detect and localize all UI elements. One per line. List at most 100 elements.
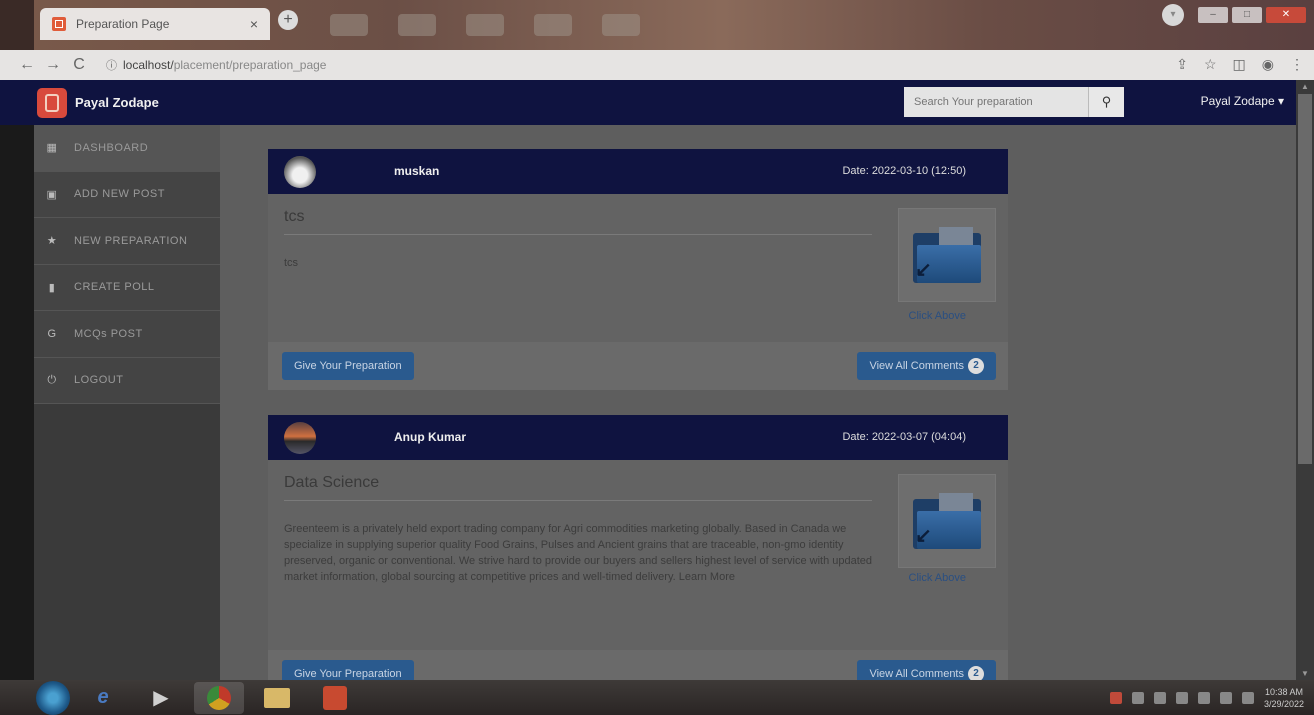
give-preparation-button[interactable]: Give Your Preparation bbox=[282, 660, 414, 680]
attachment-folder[interactable]: ↙ bbox=[898, 474, 996, 568]
sidebar-item-mcqs-post[interactable]: G MCQs POST bbox=[34, 311, 220, 358]
post-card: muskan Date: 2022-03-10 (12:50) tcs tcs … bbox=[268, 149, 1008, 390]
profile-chevron-icon[interactable]: ▾ bbox=[1162, 4, 1184, 26]
sidebar-item-label: CREATE POLL bbox=[74, 281, 155, 294]
more-menu-icon[interactable]: ⋮ bbox=[1290, 56, 1304, 73]
url-host: localhost/ bbox=[123, 58, 174, 72]
scroll-thumb[interactable] bbox=[1298, 94, 1312, 464]
search-button[interactable]: ⚲ bbox=[1088, 87, 1124, 117]
folder-icon: ↙ bbox=[913, 493, 981, 549]
reload-icon[interactable]: C bbox=[66, 56, 92, 74]
dashboard-icon: ▦ bbox=[46, 142, 58, 155]
scroll-up-icon[interactable]: ▲ bbox=[1296, 82, 1314, 91]
post-author: Anup Kumar bbox=[394, 430, 466, 444]
new-tab-button[interactable]: + bbox=[278, 10, 298, 30]
post-header: Anup Kumar Date: 2022-03-07 (04:04) bbox=[268, 415, 1008, 460]
post-text: Greenteem is a privately held export tra… bbox=[284, 523, 873, 583]
profile-avatar-icon[interactable]: ◉ bbox=[1262, 56, 1274, 73]
start-button[interactable] bbox=[36, 680, 70, 715]
sidebar-item-label: NEW PREPARATION bbox=[74, 234, 188, 247]
sidebar-item-label: MCQs POST bbox=[74, 327, 143, 340]
sidebar-item-dashboard[interactable]: ▦ DASHBOARD bbox=[34, 125, 220, 172]
chrome-icon[interactable] bbox=[194, 681, 244, 714]
image-icon: ▣ bbox=[46, 188, 58, 201]
user-menu-dropdown[interactable]: Payal Zodape ▾ bbox=[1201, 94, 1284, 108]
back-arrow-icon[interactable]: ← bbox=[14, 56, 40, 74]
post-body: Data Science Greenteem is a privately he… bbox=[268, 460, 1008, 650]
post-header: muskan Date: 2022-03-10 (12:50) bbox=[268, 149, 1008, 194]
bar-chart-icon: ▮ bbox=[48, 281, 56, 294]
sidebar-item-label: LOGOUT bbox=[74, 374, 124, 387]
tab-title: Preparation Page bbox=[76, 17, 170, 31]
view-comments-label: View All Comments bbox=[869, 668, 964, 680]
url-path: placement/preparation_page bbox=[173, 58, 327, 72]
sidebar-item-new-preparation[interactable]: ★ NEW PREPARATION bbox=[34, 218, 220, 265]
system-clock[interactable]: 10:38 AM 3/29/2022 bbox=[1264, 686, 1304, 710]
sidebar-item-create-poll[interactable]: ▮ CREATE POLL bbox=[34, 265, 220, 311]
minimize-button[interactable]: – bbox=[1198, 7, 1228, 23]
attachment-folder[interactable]: ↙ bbox=[898, 208, 996, 302]
window-controls: ▾ – □ ✕ bbox=[1162, 4, 1306, 26]
sidebar-item-label: ADD NEW POST bbox=[74, 188, 165, 201]
signal-icon[interactable] bbox=[1219, 692, 1232, 704]
favicon-icon bbox=[52, 17, 66, 31]
search-input[interactable] bbox=[904, 87, 1088, 117]
flag-icon[interactable] bbox=[1241, 692, 1254, 704]
tray-arrow-icon[interactable] bbox=[1153, 692, 1166, 704]
comments-count-badge: 2 bbox=[968, 666, 984, 680]
browser-tab[interactable]: Preparation Page × bbox=[40, 8, 270, 40]
star-icon: ★ bbox=[46, 235, 58, 248]
click-above-link[interactable]: Click Above bbox=[909, 310, 966, 322]
search-form: ⚲ bbox=[904, 87, 1124, 117]
post-date: Date: 2022-03-10 (12:50) bbox=[842, 165, 966, 177]
maximize-button[interactable]: □ bbox=[1232, 7, 1262, 23]
post-footer: Give Your Preparation View All Comments … bbox=[268, 342, 1008, 390]
tab-close-icon[interactable]: × bbox=[250, 16, 258, 32]
share-icon[interactable]: ⇪ bbox=[1176, 56, 1188, 73]
post-title: tcs bbox=[284, 208, 872, 235]
internet-explorer-icon[interactable]: e bbox=[78, 682, 128, 714]
site-info-icon[interactable]: ⓘ bbox=[106, 57, 117, 73]
view-comments-button[interactable]: View All Comments 2 bbox=[857, 660, 996, 680]
xampp-icon[interactable] bbox=[310, 682, 360, 714]
network-icon[interactable] bbox=[1175, 692, 1188, 704]
sidepanel-icon[interactable]: ◫ bbox=[1233, 56, 1246, 73]
bookmark-star-icon[interactable]: ☆ bbox=[1204, 56, 1217, 73]
google-icon: G bbox=[47, 327, 57, 340]
give-preparation-button[interactable]: Give Your Preparation bbox=[282, 352, 414, 380]
post-author: muskan bbox=[394, 164, 440, 178]
post-card: Anup Kumar Date: 2022-03-07 (04:04) Data… bbox=[268, 415, 1008, 680]
view-comments-button[interactable]: View All Comments 2 bbox=[857, 352, 996, 380]
close-window-button[interactable]: ✕ bbox=[1266, 7, 1306, 23]
file-explorer-icon[interactable] bbox=[252, 682, 302, 714]
volume-icon[interactable] bbox=[1197, 692, 1210, 704]
power-icon: ⏻ bbox=[47, 373, 57, 386]
sidebar-filler bbox=[34, 404, 220, 684]
system-tray: 10:38 AM 3/29/2022 bbox=[1109, 686, 1304, 710]
sidebar: ▦ DASHBOARD ▣ ADD NEW POST ★ NEW PREPARA… bbox=[34, 125, 220, 684]
media-player-icon[interactable]: ▶ bbox=[136, 682, 186, 714]
post-footer: Give Your Preparation View All Comments … bbox=[268, 650, 1008, 680]
page-scrollbar[interactable]: ▲ ▼ bbox=[1296, 80, 1314, 680]
url-field[interactable]: ⓘ localhost/ placement/preparation_page bbox=[106, 57, 326, 73]
tray-info-icon[interactable] bbox=[1131, 692, 1144, 704]
blurred-background bbox=[330, 14, 640, 36]
avatar bbox=[284, 421, 316, 454]
click-above-link[interactable]: Click Above bbox=[909, 572, 966, 584]
brand-name[interactable]: Payal Zodape bbox=[75, 95, 159, 110]
tab-bar-edge bbox=[0, 0, 34, 50]
sidebar-item-label: DASHBOARD bbox=[74, 141, 149, 154]
clock-time: 10:38 AM bbox=[1264, 687, 1303, 697]
scroll-down-icon[interactable]: ▼ bbox=[1296, 669, 1314, 678]
main-content: muskan Date: 2022-03-10 (12:50) tcs tcs … bbox=[220, 125, 1296, 680]
app-navbar: Payal Zodape ⚲ Payal Zodape ▾ bbox=[0, 80, 1296, 125]
brand-logo-icon[interactable] bbox=[37, 87, 67, 118]
forward-arrow-icon[interactable]: → bbox=[40, 56, 66, 74]
windows-taskbar: e ▶ 10:38 AM 3/29/2022 bbox=[0, 680, 1314, 715]
address-bar-actions: ⇪ ☆ ◫ ◉ ⋮ bbox=[1176, 56, 1304, 73]
clock-date: 3/29/2022 bbox=[1263, 699, 1304, 709]
sidebar-item-add-new-post[interactable]: ▣ ADD NEW POST bbox=[34, 172, 220, 218]
sidebar-item-logout[interactable]: ⏻ LOGOUT bbox=[34, 358, 220, 404]
tray-app-icon[interactable] bbox=[1109, 692, 1122, 704]
view-comments-label: View All Comments bbox=[869, 360, 964, 372]
